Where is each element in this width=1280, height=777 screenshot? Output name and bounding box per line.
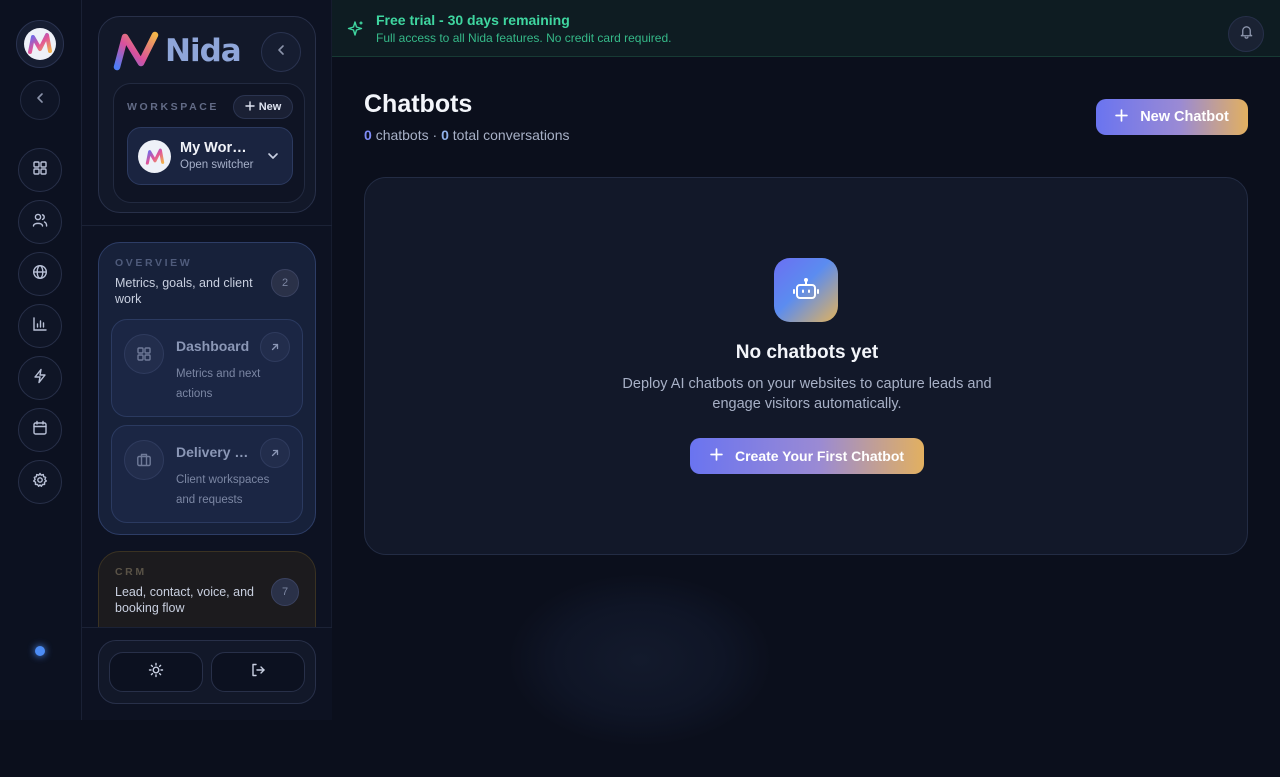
brand-card: Nida WORKSPACE New My Workspace — [98, 16, 316, 213]
sun-icon — [148, 662, 164, 683]
nav-item-delivery-hub-description: Client workspaces and requests — [176, 474, 270, 506]
grid-icon — [124, 334, 164, 374]
empty-state-card: No chatbots yet Deploy AI chatbots on yo… — [364, 177, 1248, 555]
chevron-down-icon — [266, 149, 280, 168]
nav-footer — [82, 627, 332, 720]
rail-settings-button[interactable] — [18, 460, 62, 504]
globe-icon — [32, 264, 48, 285]
nav-item-delivery-hub-title: Delivery Hub — [176, 444, 252, 460]
chevron-left-icon — [274, 43, 288, 62]
create-first-chatbot-label: Create Your First Chatbot — [734, 448, 905, 464]
nav-footer-card — [98, 640, 316, 704]
theme-toggle-button[interactable] — [109, 652, 203, 692]
bot-icon — [774, 258, 838, 322]
calendar-icon — [32, 420, 48, 441]
section-crm-count: 7 — [271, 578, 299, 606]
section-crm-label: CRM — [115, 566, 147, 578]
section-crm-description: Lead, contact, voice, and booking flow — [115, 585, 254, 615]
collapse-sidebar-button[interactable] — [20, 80, 60, 120]
bell-icon — [1239, 24, 1254, 44]
bar-chart-icon — [32, 316, 48, 337]
trial-banner-subtitle: Full access to all Nida features. No cre… — [376, 31, 672, 45]
rail-calendar-button[interactable] — [18, 408, 62, 452]
bolt-icon — [32, 368, 48, 389]
rail-contacts-button[interactable] — [18, 200, 62, 244]
workspace-name: My Workspace — [180, 140, 250, 156]
empty-state-title: No chatbots yet — [735, 342, 879, 363]
workspace-card: WORKSPACE New My Workspace Open switcher — [113, 83, 305, 203]
chatbot-count: 0 — [364, 127, 372, 143]
stats-separator: · — [432, 127, 438, 143]
section-overview-label: OVERVIEW — [115, 257, 193, 269]
nav-divider — [82, 225, 332, 226]
new-chatbot-button[interactable]: New Chatbot — [1096, 99, 1248, 135]
users-icon — [32, 212, 48, 233]
status-indicator-dot — [35, 646, 45, 656]
chatbots-label: chatbots — [375, 127, 429, 143]
collapse-nav-button[interactable] — [261, 32, 301, 72]
plus-icon — [1115, 108, 1128, 126]
new-workspace-label: New — [258, 101, 282, 113]
brand-name: Nida — [165, 33, 242, 69]
trial-banner-title: Free trial - 30 days remaining — [376, 12, 570, 28]
page-title: Chatbots — [364, 90, 473, 118]
settings-icon — [32, 472, 48, 493]
sparkles-icon — [347, 20, 365, 43]
page-stats: 0 chatbots · 0 total conversations — [364, 127, 570, 143]
background-glow — [510, 575, 770, 745]
nav-item-dashboard[interactable]: Dashboard Metrics and next actions — [111, 319, 303, 417]
new-chatbot-label: New Chatbot — [1140, 109, 1229, 125]
rail-dashboard-button[interactable] — [18, 148, 62, 192]
app-logo-icon[interactable] — [16, 20, 64, 68]
workspace-label: WORKSPACE — [127, 101, 220, 113]
navigation-panel: Nida WORKSPACE New My Workspace — [82, 0, 332, 720]
new-workspace-button[interactable]: New — [233, 95, 293, 119]
plus-icon — [710, 448, 723, 464]
nav-item-delivery-hub[interactable]: Delivery Hub Client workspaces and reque… — [111, 425, 303, 523]
plus-icon — [244, 100, 255, 114]
notifications-button[interactable] — [1228, 16, 1264, 52]
arrow-up-right-icon[interactable] — [260, 438, 290, 468]
trial-banner: Free trial - 30 days remaining Full acce… — [332, 0, 1280, 57]
briefcase-icon — [124, 440, 164, 480]
nav-item-dashboard-title: Dashboard — [176, 338, 250, 354]
arrow-up-right-icon[interactable] — [260, 332, 290, 362]
icon-rail — [0, 0, 82, 720]
logout-button[interactable] — [211, 652, 305, 692]
rail-analytics-button[interactable] — [18, 304, 62, 348]
empty-state-description: Deploy AI chatbots on your websites to c… — [622, 376, 992, 412]
workspace-logo-icon — [145, 148, 164, 165]
workspace-avatar — [138, 140, 171, 173]
rail-automations-button[interactable] — [18, 356, 62, 400]
conversations-label: total conversations — [452, 127, 570, 143]
brand-logo[interactable]: Nida — [113, 31, 242, 71]
rail-web-button[interactable] — [18, 252, 62, 296]
section-overview[interactable]: OVERVIEW Metrics, goals, and client work… — [98, 242, 316, 535]
create-first-chatbot-button[interactable]: Create Your First Chatbot — [690, 438, 924, 474]
workspace-switch-hint: Open switcher — [180, 159, 254, 171]
logout-icon — [250, 662, 266, 683]
nav-item-dashboard-description: Metrics and next actions — [176, 368, 261, 400]
grid-icon — [32, 160, 48, 181]
workspace-switcher[interactable]: My Workspace Open switcher — [127, 127, 293, 185]
brand-mark-icon — [113, 31, 159, 71]
section-overview-description: Metrics, goals, and client work — [115, 276, 253, 306]
section-overview-count: 2 — [271, 269, 299, 297]
conversation-count: 0 — [441, 127, 449, 143]
chevron-left-icon — [33, 91, 47, 110]
